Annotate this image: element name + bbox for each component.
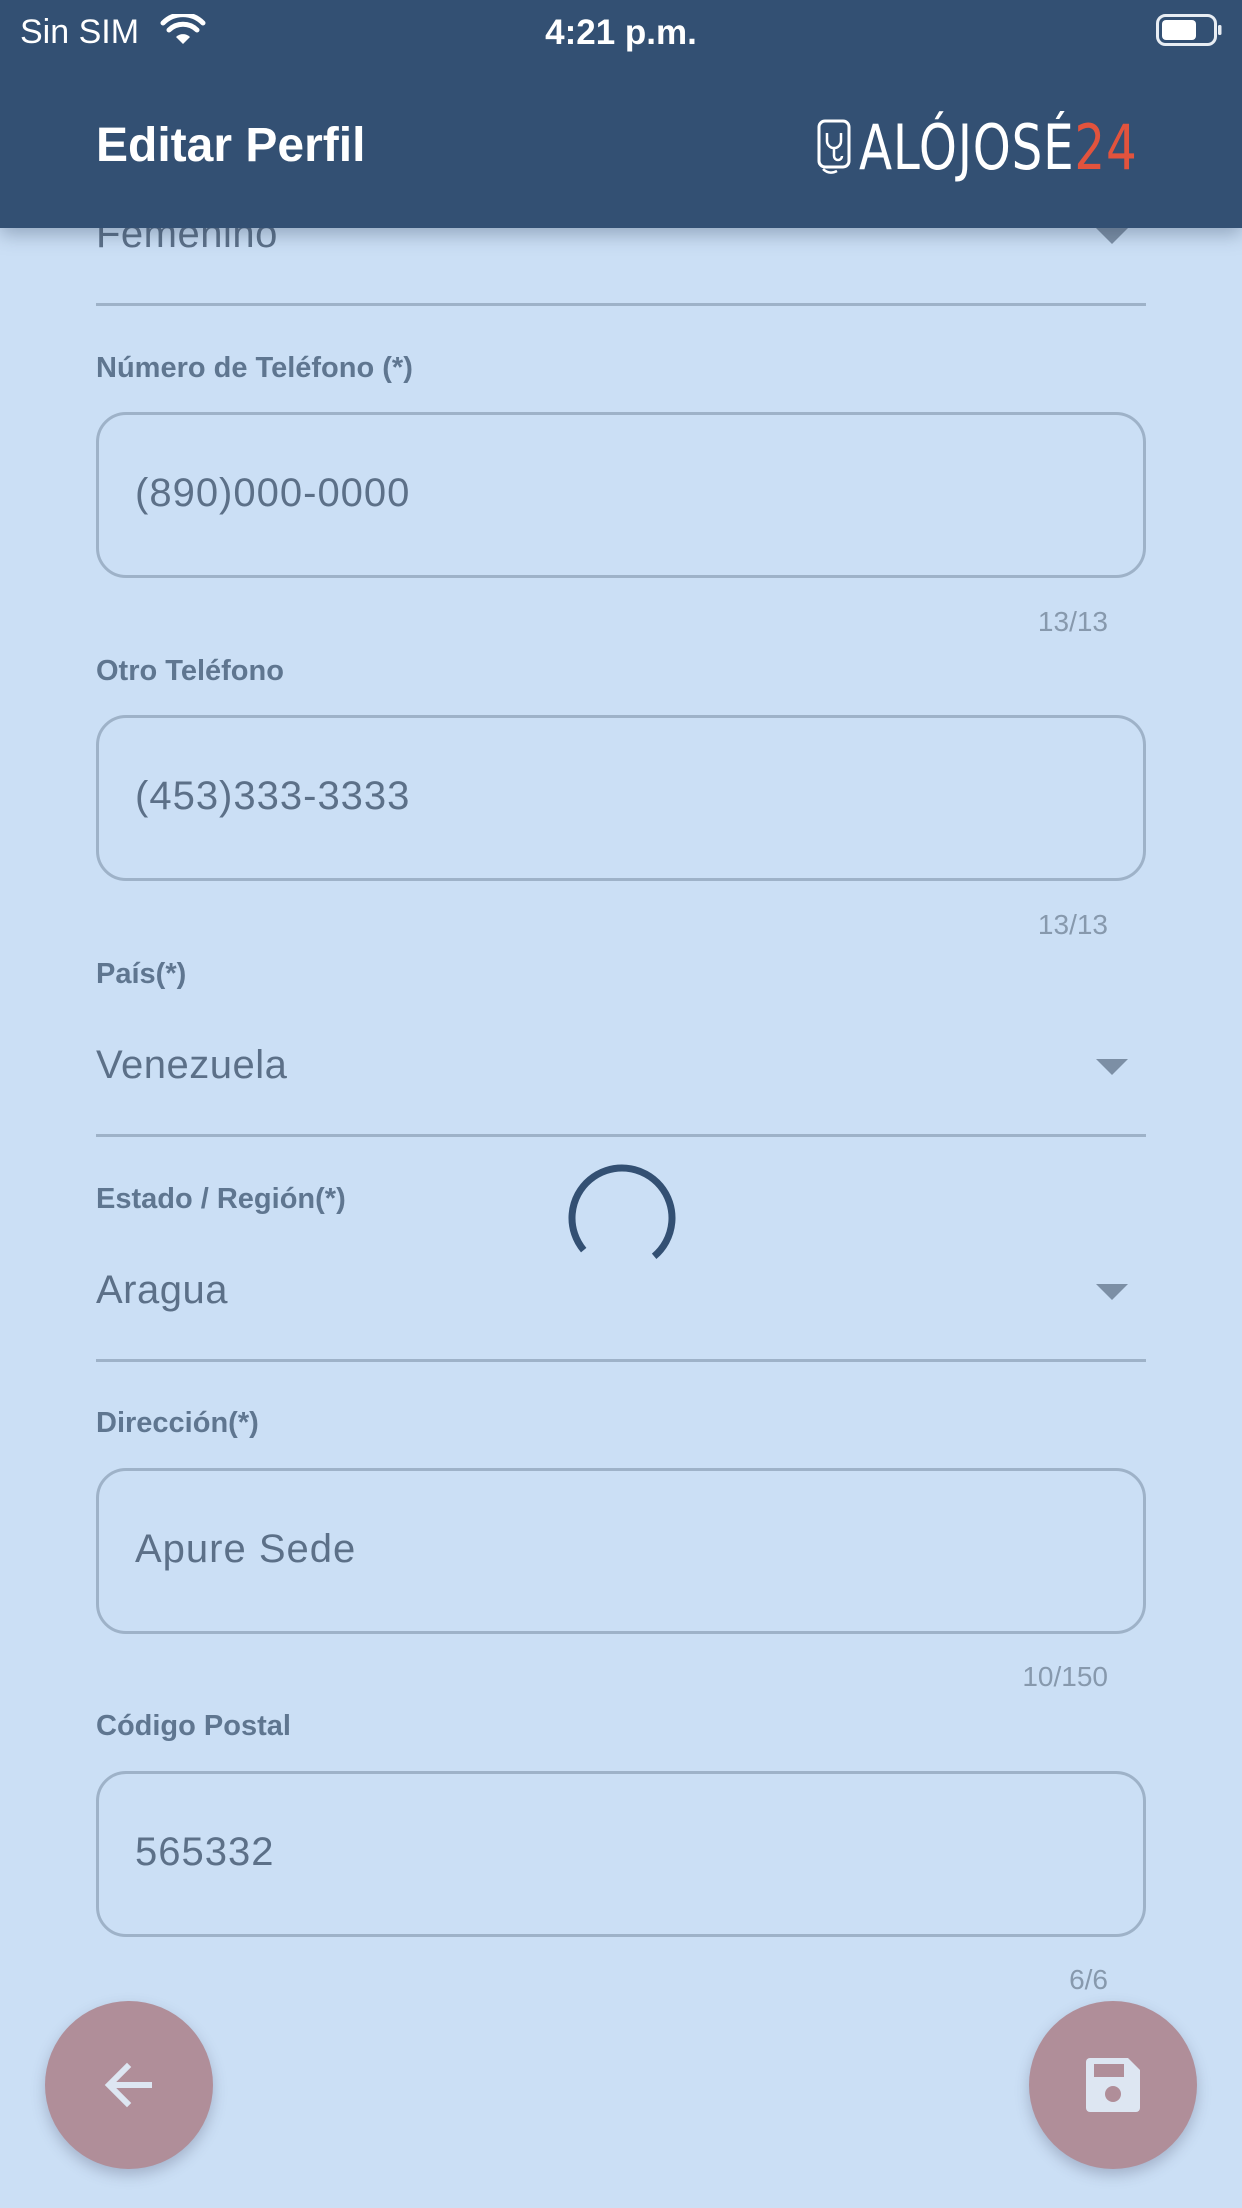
address-field[interactable]: Apure Sede	[96, 1468, 1146, 1634]
phone-label: Número de Teléfono (*)	[96, 352, 413, 384]
state-dropdown-icon[interactable]	[1096, 1284, 1128, 1300]
edit-profile-screen: Femenino Número de Teléfono (*) (890)000…	[0, 0, 1242, 2208]
logo-name: ALÓJOSÉ	[858, 110, 1075, 184]
postal-field[interactable]: 565332	[96, 1771, 1146, 1937]
app-header: Sin SIM 4:21 p.m. Editar Perfil ALÓJOSÉ2…	[0, 0, 1242, 228]
country-dropdown-icon[interactable]	[1096, 1059, 1128, 1075]
battery-icon	[1156, 14, 1222, 46]
spinner-icon	[568, 1164, 676, 1259]
save-button[interactable]	[1029, 2001, 1197, 2169]
state-label: Estado / Región(*)	[96, 1183, 346, 1215]
postal-label: Código Postal	[96, 1710, 291, 1742]
status-time: 4:21 p.m.	[545, 13, 697, 52]
logo-text: ALÓJOSÉ24	[859, 111, 1138, 184]
phone-value: (890)000-0000	[135, 471, 411, 515]
floppy-disk-icon	[1086, 2058, 1140, 2112]
phone-field[interactable]: (890)000-0000	[96, 412, 1146, 578]
gender-dropdown-icon[interactable]	[1096, 228, 1128, 244]
country-underline	[96, 1134, 1146, 1137]
address-value: Apure Sede	[135, 1527, 357, 1571]
arrow-left-icon	[104, 2062, 152, 2108]
page-title: Editar Perfil	[96, 119, 366, 172]
other-phone-counter: 13/13	[1037, 909, 1108, 940]
other-phone-value: (453)333-3333	[135, 774, 411, 818]
other-phone-label: Otro Teléfono	[96, 655, 284, 687]
state-select-value[interactable]: Aragua	[96, 1268, 228, 1313]
address-counter: 10/150	[1022, 1661, 1108, 1692]
country-select-value[interactable]: Venezuela	[96, 1043, 287, 1088]
phone-counter: 13/13	[1037, 606, 1108, 637]
back-button[interactable]	[45, 2001, 213, 2169]
logo-accent: 24	[1074, 110, 1138, 184]
other-phone-field[interactable]: (453)333-3333	[96, 715, 1146, 881]
address-label: Dirección(*)	[96, 1407, 259, 1439]
status-bar: Sin SIM 4:21 p.m.	[0, 0, 1242, 62]
phone-stethoscope-icon	[817, 119, 851, 174]
brand-logo: ALÓJOSÉ24	[817, 111, 1216, 184]
postal-counter: 6/6	[1069, 1964, 1108, 1995]
gender-underline	[96, 303, 1146, 306]
postal-value: 565332	[135, 1830, 275, 1874]
state-underline	[96, 1359, 1146, 1362]
country-label: País(*)	[96, 958, 187, 990]
